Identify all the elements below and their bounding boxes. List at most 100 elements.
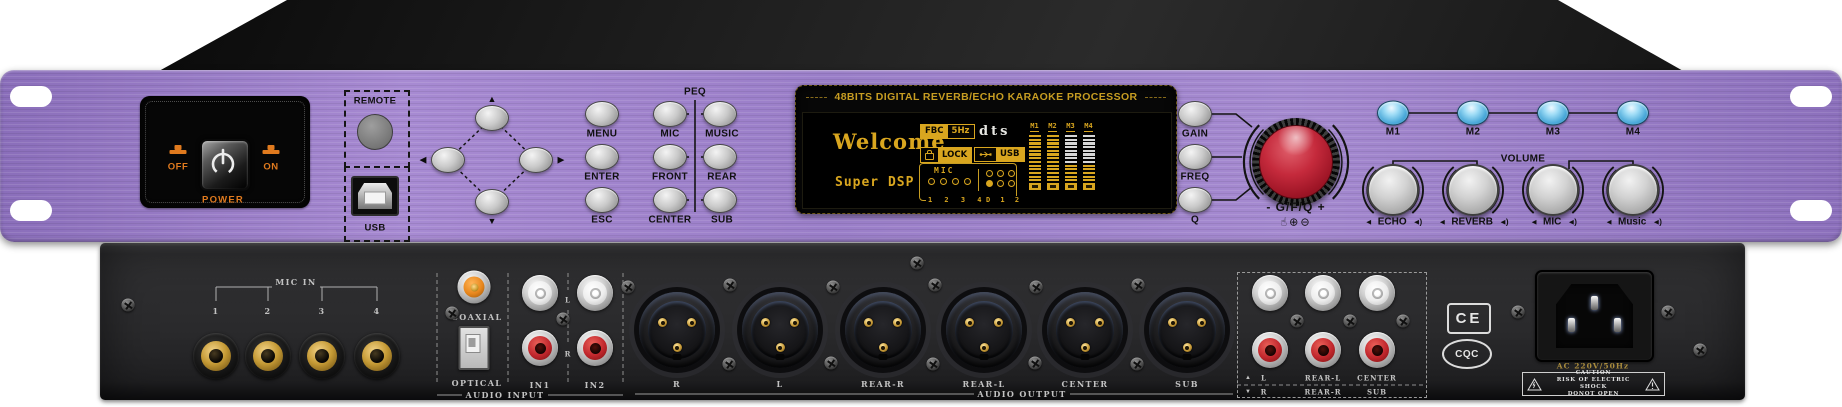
mic-block-label: MIC xyxy=(934,166,954,175)
peq-music-button[interactable] xyxy=(703,101,737,127)
screw xyxy=(927,358,940,371)
q-label: Q xyxy=(1191,215,1199,226)
peq-front-button[interactable] xyxy=(653,144,687,170)
peq-center-label: CENTER xyxy=(649,215,692,226)
lock-icon xyxy=(921,148,938,162)
usb-trident-icon xyxy=(975,148,996,161)
nav-right-button[interactable] xyxy=(519,147,553,173)
rca-out-rear-l-jack xyxy=(1305,275,1341,311)
mic-volume-knob[interactable] xyxy=(1527,164,1579,216)
gfq-knob-icons: ☝⊕⊖ xyxy=(1280,216,1311,229)
digit-dots xyxy=(986,170,1015,187)
mic-in-label: MIC IN xyxy=(275,277,316,287)
music-knob-label: ◄ Music ◄) xyxy=(1605,217,1661,228)
screw xyxy=(1131,358,1144,371)
audio-output-label: AUDIO OUTPUT xyxy=(977,389,1066,399)
coaxial-label: COAXIAL xyxy=(451,312,502,322)
rca-rear-r-label: REAR-R xyxy=(1304,388,1341,397)
rca-out-r-jack xyxy=(1252,332,1288,368)
front-panel: OFF ON POWER REMOTE USB ▲ ▼ ◀ ▶ MENU E xyxy=(0,70,1842,242)
screw xyxy=(1132,279,1145,292)
mic-in-3-jack xyxy=(299,333,345,379)
peq-rear-label: REAR xyxy=(707,172,737,183)
power-button[interactable] xyxy=(200,139,250,191)
m4-label: M4 xyxy=(1626,127,1641,138)
zoom-out-icon: ⊖ xyxy=(1300,216,1311,229)
q-button[interactable] xyxy=(1178,187,1212,213)
peq-sub-button[interactable] xyxy=(703,187,737,213)
screw xyxy=(1694,344,1707,357)
remote-label: REMOTE xyxy=(354,96,396,107)
peq-mic-button[interactable] xyxy=(653,101,687,127)
display-screen: Welcome Super DSP FBC 5Hz dts LOCK USB xyxy=(802,112,1172,209)
screw xyxy=(1030,281,1043,294)
m3-label: M3 xyxy=(1546,127,1561,138)
mic-channel-numbers: 1 2 3 4 xyxy=(926,196,988,204)
xlr-rear-r-label: REAR-R xyxy=(861,379,905,389)
screw xyxy=(724,279,737,292)
m1-led xyxy=(1377,101,1409,126)
down-triangle-icon: ▼ xyxy=(1245,389,1251,395)
digit-labels: D 1 2 xyxy=(984,196,1024,204)
volume-min-icon: ◄ xyxy=(1605,218,1612,227)
freq-label: FREQ xyxy=(1181,172,1210,183)
nav-up-button[interactable] xyxy=(475,105,509,131)
esc-button[interactable] xyxy=(585,187,619,213)
rack-slot xyxy=(10,86,52,107)
power-on-label: ON xyxy=(263,162,278,173)
rca-out-center-jack xyxy=(1359,275,1395,311)
xlr-output-rear-r xyxy=(845,292,921,368)
in1-right-jack xyxy=(522,330,558,366)
fbc-label: FBC xyxy=(921,125,948,138)
gfq-knob-label: - G/F/Q + xyxy=(1266,200,1325,214)
rack-slot xyxy=(1790,86,1832,107)
m2-led xyxy=(1457,101,1489,126)
xlr-output-rear-l xyxy=(946,292,1022,368)
mic1-number: 1 xyxy=(213,306,220,316)
xlr-sub-label: SUB xyxy=(1175,379,1199,389)
echo-knob[interactable] xyxy=(1367,164,1419,216)
gain-label: GAIN xyxy=(1182,129,1208,140)
mic-knob-label: ◄ MIC ◄) xyxy=(1530,217,1576,228)
ac-inlet xyxy=(1535,270,1654,362)
audio-input-label: AUDIO INPUT xyxy=(465,390,544,400)
rear-panel: MIC IN 1 2 3 4 COAXIAL OPTICAL IN1 IN2 L… xyxy=(100,243,1745,400)
peq-center-button[interactable] xyxy=(653,187,687,213)
lock-label: LOCK xyxy=(938,148,971,162)
enter-button[interactable] xyxy=(585,144,619,170)
xlr-l-label: L xyxy=(776,379,783,389)
gfq-knob-cap xyxy=(1259,125,1333,199)
screw xyxy=(1291,315,1304,328)
switch-off-icon xyxy=(170,150,187,154)
display-title-row: 48BITS DIGITAL REVERB/ECHO KARAOKE PROCE… xyxy=(806,91,1166,103)
ir-sensor xyxy=(357,114,393,150)
usb-label: USB xyxy=(365,223,386,234)
m1-label: M1 xyxy=(1386,127,1401,138)
optical-port xyxy=(459,326,490,370)
rear-panel-linework xyxy=(100,243,1745,400)
screw xyxy=(723,358,736,371)
rack-slot xyxy=(1790,200,1832,221)
nav-down-arrow-icon: ▼ xyxy=(488,216,497,226)
music-volume-knob[interactable] xyxy=(1607,164,1659,216)
rate-label: 5Hz xyxy=(948,125,974,138)
menu-button[interactable] xyxy=(585,101,619,127)
peq-rear-button[interactable] xyxy=(703,144,737,170)
mic2-number: 2 xyxy=(265,306,272,316)
gfq-knob[interactable] xyxy=(1252,118,1340,206)
coaxial-jack xyxy=(458,271,491,304)
reverb-knob[interactable] xyxy=(1447,164,1499,216)
screw xyxy=(1344,315,1357,328)
screw xyxy=(1397,315,1410,328)
nav-left-button[interactable] xyxy=(431,147,465,173)
usb-port xyxy=(351,176,399,216)
rca-rear-l-label: REAR-L xyxy=(1305,374,1341,383)
exclamation-warning-icon xyxy=(1645,378,1660,391)
gain-button[interactable] xyxy=(1178,101,1212,127)
m3-led xyxy=(1537,101,1569,126)
level-meter-m4: M4 xyxy=(1082,122,1095,190)
nav-up-arrow-icon: ▲ xyxy=(488,94,497,104)
rca-out-l-jack xyxy=(1252,275,1288,311)
nav-down-button[interactable] xyxy=(475,189,509,215)
freq-button[interactable] xyxy=(1178,144,1212,170)
